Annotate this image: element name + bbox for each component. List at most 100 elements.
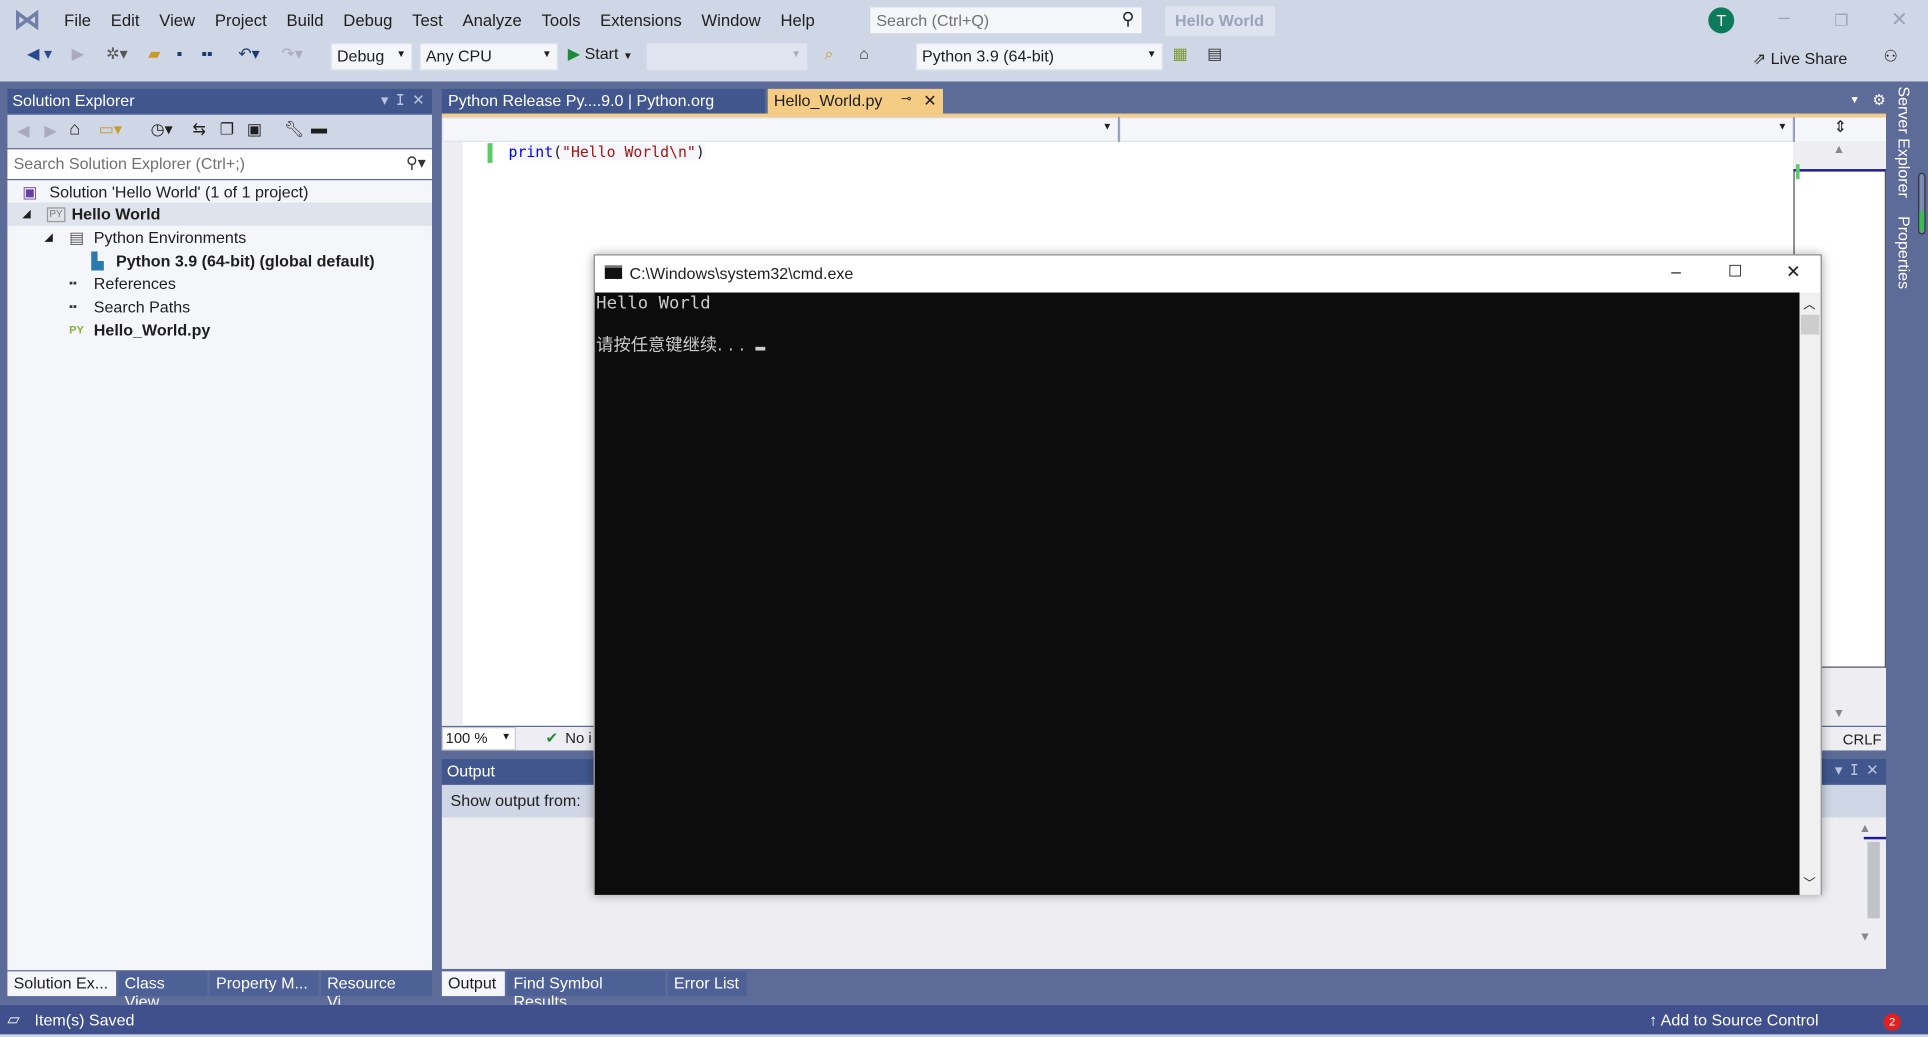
forward-icon[interactable]: ▶ <box>44 121 56 141</box>
scroll-up-icon[interactable]: ︿ <box>1803 294 1815 313</box>
tab-hello-world-py[interactable]: Hello_World.py ⊸ ✕ <box>767 88 944 114</box>
new-project-icon[interactable]: ✲▾ <box>106 44 128 64</box>
back-icon[interactable]: ◀ ▾ <box>27 44 52 64</box>
close-tab-icon[interactable]: ✕ <box>923 91 936 111</box>
close-icon[interactable]: ✕ <box>1891 7 1908 32</box>
menu-view[interactable]: View <box>149 10 205 29</box>
avatar[interactable]: T <box>1708 7 1735 34</box>
save-icon[interactable]: ▪ <box>177 44 183 63</box>
side-scroll-thumb[interactable] <box>1918 172 1926 235</box>
settings-gear-icon[interactable]: ⚙ <box>1872 91 1885 108</box>
layout-icon[interactable]: ▤ <box>1207 44 1222 64</box>
scrollbar-thumb[interactable] <box>1800 314 1820 335</box>
scroll-down-icon[interactable]: ﹀ <box>1803 873 1815 892</box>
menu-extensions[interactable]: Extensions <box>590 10 691 29</box>
redo-icon[interactable]: ↷▾ <box>281 44 303 64</box>
pending-changes-icon[interactable]: ◷▾ <box>151 120 173 140</box>
menu-build[interactable]: Build <box>277 10 334 29</box>
tab-solution-explorer[interactable]: Solution Ex... <box>7 971 117 997</box>
minimize-icon[interactable]: – <box>1671 262 1681 282</box>
tree-item-solution[interactable]: ▣ Solution 'Hello World' (1 of 1 project) <box>7 180 432 203</box>
start-button[interactable]: ▶ Start ▼ <box>568 44 633 64</box>
forward-icon[interactable]: ▶ <box>72 44 84 64</box>
home-icon[interactable]: ⌂ <box>69 118 80 139</box>
side-tab-properties[interactable]: Properties <box>1895 216 1914 289</box>
tree-item-python-env[interactable]: ▙ Python 3.9 (64-bit) (global default) <box>7 249 432 272</box>
python-home-icon[interactable]: ⌂ <box>859 44 869 63</box>
menu-file[interactable]: File <box>54 10 101 29</box>
scroll-up-icon[interactable]: ▲ <box>1859 822 1871 836</box>
menu-project[interactable]: Project <box>205 10 277 29</box>
restore-icon[interactable]: ❐ <box>1834 11 1848 31</box>
close-icon[interactable]: ✕ <box>1786 262 1800 283</box>
cmd-scrollbar[interactable]: ︿ ﹀ <box>1799 292 1821 895</box>
tab-property-manager[interactable]: Property M... <box>209 971 319 997</box>
configuration-select[interactable]: Debug ▼ <box>330 43 413 71</box>
tab-list-dropdown-icon[interactable]: ▾ <box>1851 94 1857 108</box>
tree-item-search-paths[interactable]: ▪▪ Search Paths <box>7 295 432 318</box>
tree-item-project[interactable]: ◢ PY Hello World <box>7 202 433 226</box>
tab-python-org[interactable]: Python Release Py....9.0 | Python.org <box>441 88 766 114</box>
sync-icon[interactable]: ⇆ <box>193 120 206 140</box>
split-window-icon[interactable]: ⇕ <box>1794 117 1887 142</box>
pin-icon[interactable]: ⵊ <box>1851 762 1858 779</box>
close-icon[interactable]: ✕ <box>1866 762 1878 779</box>
tab-class-view[interactable]: Class View <box>118 971 208 1011</box>
minimize-icon[interactable]: – <box>1779 7 1790 29</box>
tree-item-hello-world-py[interactable]: PY Hello_World.py <box>7 318 432 341</box>
menu-window[interactable]: Window <box>692 10 771 29</box>
pin-icon[interactable]: ⊸ <box>901 93 911 107</box>
expand-arrow-icon[interactable]: ◢ <box>44 226 53 249</box>
issues-indicator[interactable]: No i <box>565 729 591 746</box>
menu-debug[interactable]: Debug <box>333 10 402 29</box>
undo-icon[interactable]: ↶▾ <box>238 44 260 64</box>
side-tab-server-explorer[interactable]: Server Explorer <box>1895 86 1914 197</box>
python-environment-select[interactable]: Python 3.9 (64-bit) ▼ <box>915 43 1163 71</box>
save-all-icon[interactable]: ▪▪ <box>201 44 212 63</box>
tree-item-references[interactable]: ▪▪ References <box>7 272 432 295</box>
search-input[interactable]: Search (Ctrl+Q) ⚲ <box>868 6 1143 35</box>
switch-views-icon[interactable]: ▭▾ <box>99 120 122 140</box>
pin-icon[interactable]: ⵊ <box>396 91 403 108</box>
feedback-icon[interactable]: ⚇ <box>1884 47 1898 67</box>
close-icon[interactable]: ✕ <box>412 91 424 108</box>
collapse-all-icon[interactable]: ❐ <box>220 120 234 140</box>
solution-search-input[interactable]: Search Solution Explorer (Ctrl+;) ⚲▾ <box>7 149 433 179</box>
expand-arrow-icon[interactable]: ◢ <box>22 202 31 225</box>
startup-item-select[interactable]: ▼ <box>646 43 808 71</box>
dropdown-icon[interactable]: ▾ <box>1835 762 1842 779</box>
tab-error-list[interactable]: Error List <box>667 971 747 997</box>
tree-item-python-environments[interactable]: ◢ ▤ Python Environments <box>7 226 432 249</box>
zoom-select[interactable]: 100 % ▼ <box>441 727 516 751</box>
package-icon[interactable]: ▦ <box>1173 44 1188 64</box>
show-all-files-icon[interactable]: ▣ <box>247 120 262 140</box>
notification-badge[interactable]: 2 <box>1883 1013 1901 1031</box>
back-icon[interactable]: ◀ <box>17 121 29 141</box>
menu-tools[interactable]: Tools <box>532 10 591 29</box>
cmd-window[interactable]: C:\Windows\system32\cmd.exe – ☐ ✕ Hello … <box>593 254 1822 895</box>
platform-select[interactable]: Any CPU ▼ <box>419 43 558 71</box>
navigation-bar-left[interactable]: ▼ <box>441 117 1119 142</box>
menu-help[interactable]: Help <box>771 10 825 29</box>
cmd-console[interactable]: Hello World 请按任意键继续. . . <box>594 292 1800 895</box>
maximize-icon[interactable]: ☐ <box>1728 262 1742 282</box>
tab-output[interactable]: Output <box>441 971 505 997</box>
menu-test[interactable]: Test <box>402 10 452 29</box>
find-in-files-icon[interactable]: ⌕ <box>825 44 834 64</box>
menu-edit[interactable]: Edit <box>101 10 149 29</box>
navigation-bar-right[interactable]: ▼ <box>1119 117 1794 142</box>
line-ending-indicator[interactable]: CRLF <box>1843 731 1882 748</box>
scroll-up-icon[interactable]: ▲ <box>1833 143 1845 157</box>
live-share-button[interactable]: ⇗ Live Share <box>1753 49 1848 69</box>
tab-find-symbol-results[interactable]: Find Symbol Results <box>507 971 666 1011</box>
open-file-icon[interactable]: ▰ <box>148 44 160 64</box>
dropdown-icon[interactable]: ▾ <box>381 91 388 108</box>
scrollbar-thumb[interactable] <box>1867 841 1880 919</box>
scroll-down-icon[interactable]: ▼ <box>1859 931 1871 945</box>
menu-analyze[interactable]: Analyze <box>453 10 532 29</box>
scroll-down-icon[interactable]: ▼ <box>1833 707 1845 721</box>
tab-resource-view[interactable]: Resource Vi... <box>320 971 433 1011</box>
cmd-title-bar[interactable]: C:\Windows\system32\cmd.exe – ☐ ✕ <box>595 256 1821 293</box>
add-to-source-control-button[interactable]: ↑ Add to Source Control <box>1649 1011 1818 1030</box>
properties-wrench-icon[interactable]: 🔧︎ <box>284 120 304 140</box>
